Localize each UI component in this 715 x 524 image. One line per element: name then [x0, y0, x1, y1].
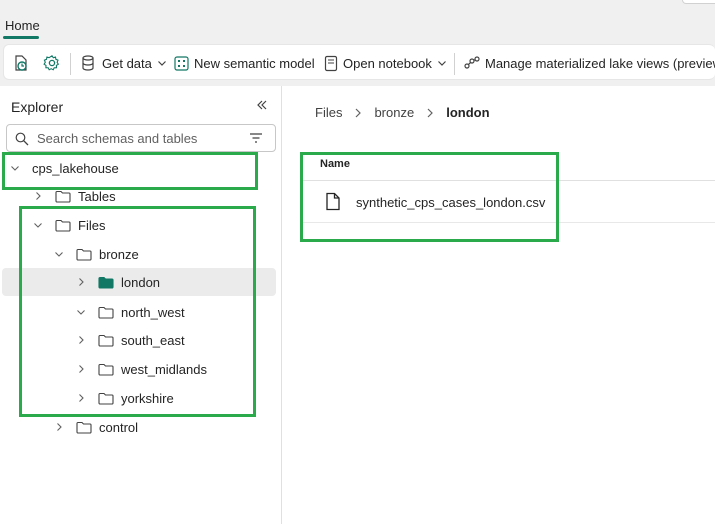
tab-home[interactable]: Home — [5, 18, 40, 33]
gear-icon — [43, 55, 60, 71]
filter-icon[interactable] — [249, 132, 263, 144]
chevron-right-icon — [79, 394, 84, 402]
breadcrumb-bronze[interactable]: bronze — [374, 105, 414, 120]
search-box[interactable] — [6, 124, 276, 152]
chevron-right-icon — [426, 108, 434, 118]
chevron-down-icon — [437, 61, 446, 66]
semantic-model-icon — [174, 55, 189, 71]
top-right-control[interactable] — [682, 0, 715, 4]
file-name: synthetic_cps_cases_london.csv — [356, 195, 546, 210]
top-bar: Home — [0, 0, 715, 40]
chevron-down-icon — [11, 166, 19, 171]
tree-item-cps-lakehouse[interactable]: cps_lakehouse — [10, 154, 119, 182]
tab-home-indicator — [3, 36, 39, 39]
explorer-title: Explorer — [11, 99, 64, 115]
chevron-right-icon — [354, 108, 362, 118]
chevron-right-icon — [57, 423, 62, 431]
search-input[interactable] — [37, 130, 237, 147]
folder-icon — [98, 334, 114, 347]
get-data-label: Get data — [102, 55, 152, 71]
new-semantic-model-button[interactable]: New semantic model — [174, 45, 315, 81]
ribbon: Get data New semantic model Open noteboo… — [0, 40, 715, 86]
tree-item-tables[interactable]: Tables — [33, 182, 116, 210]
tree-item-north-west[interactable]: north_west — [76, 298, 185, 326]
breadcrumb: Files bronze london — [315, 105, 490, 120]
database-icon — [82, 55, 94, 71]
refresh-icon — [15, 55, 27, 71]
search-icon — [15, 132, 29, 146]
column-header-name[interactable]: Name — [320, 158, 350, 170]
breadcrumb-files[interactable]: Files — [315, 105, 342, 120]
tree-label-tables: Tables — [78, 188, 116, 204]
refresh-button[interactable] — [13, 45, 29, 81]
tree-item-london[interactable]: london — [2, 268, 276, 296]
tree-label-london: london — [121, 274, 161, 290]
folder-icon — [55, 219, 71, 232]
tree-label-south-east: south_east — [121, 332, 185, 348]
chevron-right-icon — [79, 365, 84, 373]
tree-label-west-midlands: west_midlands — [121, 361, 207, 377]
manage-mlv-label: Manage materialized lake views (preview) — [485, 55, 715, 71]
folder-icon — [76, 248, 92, 261]
chevron-down-icon — [77, 310, 85, 315]
chevron-right-icon — [36, 192, 41, 200]
tree-item-west-midlands[interactable]: west_midlands — [76, 355, 207, 383]
chevron-down-icon — [157, 61, 166, 66]
folder-filled-icon — [98, 276, 114, 289]
folder-icon — [98, 363, 114, 376]
open-notebook-button[interactable]: Open notebook — [324, 45, 447, 81]
tree-item-south-east[interactable]: south_east — [76, 326, 185, 354]
ribbon-separator — [70, 53, 71, 75]
tree-item-control[interactable]: control — [54, 413, 138, 441]
tree-item-files[interactable]: Files — [33, 211, 105, 239]
tree-label-north-west: north_west — [121, 304, 185, 320]
settings-button[interactable] — [43, 45, 61, 81]
collapse-pane-icon[interactable] — [255, 98, 269, 112]
tree-item-bronze[interactable]: bronze — [54, 240, 139, 268]
folder-icon — [55, 190, 71, 203]
main-content: Files bronze london Name synthetic_cps_c… — [283, 86, 715, 524]
notebook-icon — [324, 55, 338, 71]
breadcrumb-london: london — [446, 105, 490, 120]
file-icon — [326, 192, 340, 211]
folder-icon — [98, 306, 114, 319]
open-notebook-label: Open notebook — [343, 55, 432, 71]
chevron-down-icon — [34, 223, 42, 228]
chevron-down-icon — [55, 252, 63, 257]
new-semantic-model-label: New semantic model — [194, 55, 315, 71]
chevron-right-icon — [79, 278, 84, 286]
tree-label-yorkshire: yorkshire — [121, 390, 174, 406]
file-row[interactable]: synthetic_cps_cases_london.csv — [303, 181, 715, 223]
tree-label-control: control — [99, 419, 139, 435]
ribbon-separator — [454, 53, 455, 75]
lineage-icon — [464, 56, 480, 69]
tree-label-cps-lakehouse: cps_lakehouse — [32, 160, 119, 176]
manage-materialized-lake-views-button[interactable]: Manage materialized lake views (preview) — [464, 45, 715, 81]
get-data-button[interactable]: Get data — [81, 45, 167, 81]
folder-icon — [98, 392, 114, 405]
chevron-right-icon — [79, 336, 84, 344]
folder-icon — [76, 421, 92, 434]
tree-label-bronze: bronze — [99, 246, 139, 262]
tree-label-files: Files — [78, 217, 106, 233]
tree-item-yorkshire[interactable]: yorkshire — [76, 384, 174, 412]
ribbon-toolbar: Get data New semantic model Open noteboo… — [3, 44, 715, 80]
explorer-pane: Explorer cps_lakehouse Tables Files bron… — [0, 86, 282, 524]
